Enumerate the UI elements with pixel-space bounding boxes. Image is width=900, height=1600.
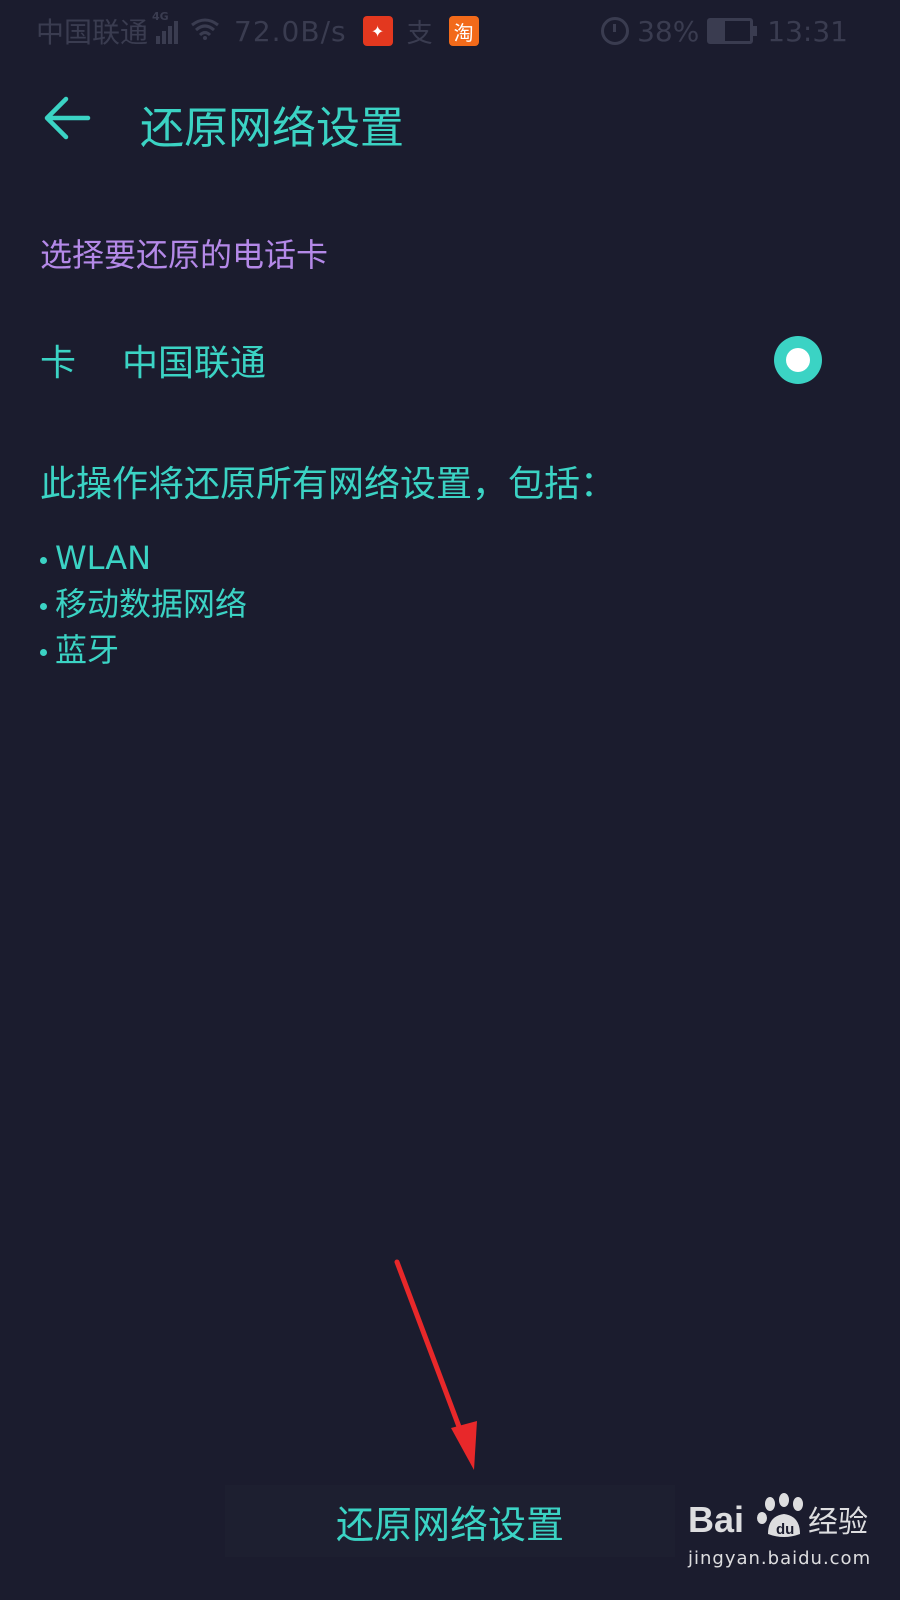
list-item: 蓝牙 [40, 627, 247, 673]
svg-text:du: du [776, 1521, 794, 1538]
sim-card-prefix: 卡 [40, 343, 77, 384]
reset-items-list: WLAN 移动数据网络 蓝牙 [40, 535, 247, 673]
page-title: 还原网络设置 [140, 103, 404, 154]
reset-item-label: WLAN [55, 539, 152, 577]
news-app-icon: ✦ [362, 16, 393, 46]
sim-card-option[interactable]: 卡 中国联通 [0, 320, 900, 400]
network-speed: 72.0B/s [234, 14, 347, 48]
alarm-icon [601, 17, 630, 45]
carrier-label: 中国联通 [36, 16, 149, 49]
title-bar: 还原网络设置 [0, 80, 900, 160]
bullet-icon [40, 602, 47, 610]
reset-item-label: 蓝牙 [55, 631, 120, 669]
baidu-jingyan-watermark: Bai du 经验 jingyan.baidu.com [688, 1490, 878, 1582]
status-bar-left: 中国联通 4G 72.0B/s ✦ 支 淘 [36, 10, 493, 50]
network-type-label: 4G [152, 10, 169, 23]
list-item: WLAN [40, 535, 247, 581]
svg-text:Bai: Bai [688, 1499, 744, 1540]
bullet-icon [40, 556, 47, 564]
arrow-left-icon [44, 96, 91, 140]
list-item: 移动数据网络 [40, 581, 247, 627]
status-bar: 中国联通 4G 72.0B/s ✦ 支 淘 38% 13:31 [0, 0, 900, 62]
bullet-icon [40, 648, 47, 656]
sim-section-label: 选择要还原的电话卡 [40, 236, 329, 274]
signal-icon: 4G [152, 10, 179, 44]
battery-percent: 38% [637, 14, 700, 48]
baidu-logo: Bai du 经验 [688, 1493, 868, 1540]
battery-icon [707, 18, 758, 44]
clock: 13:31 [767, 14, 848, 48]
reset-item-label: 移动数据网络 [55, 585, 248, 623]
alipay-icon: 支 [406, 18, 433, 49]
sim-radio-button[interactable] [774, 336, 822, 384]
radio-selected-dot [786, 348, 810, 372]
sim-card-name: 中国联通 [122, 343, 267, 384]
reset-network-settings-button[interactable]: 还原网络设置 [225, 1485, 675, 1557]
taobao-app-icon: 淘 [448, 16, 479, 46]
back-button[interactable] [36, 86, 100, 150]
svg-text:经验: 经验 [808, 1505, 868, 1540]
wifi-icon [190, 15, 220, 48]
status-bar-right: 38% 13:31 [601, 12, 848, 50]
watermark-url: jingyan.baidu.com [688, 1548, 872, 1569]
reset-description: 此操作将还原所有网络设置，包括： [40, 464, 617, 505]
